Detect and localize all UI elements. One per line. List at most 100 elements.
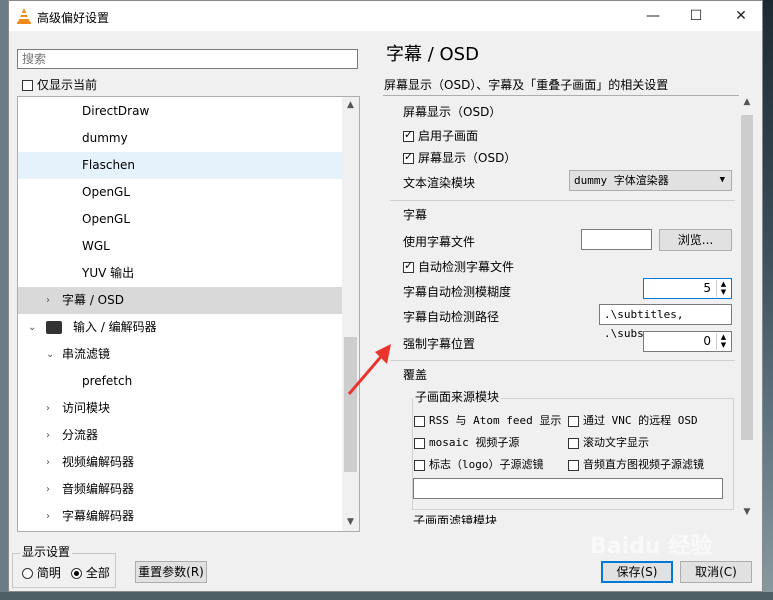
chevron-right-icon[interactable]: › bbox=[46, 476, 50, 503]
position-spinbox[interactable]: 0 ▲ ▼ bbox=[643, 331, 732, 352]
tree-item[interactable]: OpenGL bbox=[18, 206, 343, 233]
vnc-source-checkbox[interactable]: 通过 VNC 的远程 OSD bbox=[568, 412, 698, 428]
tree-item[interactable]: dummy bbox=[18, 125, 343, 152]
tree-item-label: Flaschen bbox=[82, 158, 136, 172]
scroll-up-arrow-icon[interactable]: ▲ bbox=[342, 97, 359, 114]
tree-scrollbar[interactable]: ▲ ▼ bbox=[342, 97, 359, 531]
tree-item-label: 字幕 / OSD bbox=[62, 293, 124, 307]
watermark: Baidu 经验 bbox=[590, 534, 713, 559]
tree-item[interactable]: WGL bbox=[18, 233, 343, 260]
autodetect-check-box[interactable] bbox=[403, 259, 414, 273]
save-button[interactable]: 保存(S) bbox=[601, 561, 673, 583]
taskbar-strip bbox=[0, 592, 773, 600]
panel-description: 屏幕显示（OSD）、字幕及「重叠子画面」的相关设置 bbox=[384, 78, 669, 92]
osd-check-box[interactable] bbox=[403, 150, 414, 164]
text-render-select[interactable]: dummy 字体渲染器 ▼ bbox=[569, 170, 732, 191]
tree-item-label: 分流器 bbox=[62, 428, 99, 442]
show-current-check-box[interactable] bbox=[22, 80, 33, 91]
simple-radio-circle[interactable] bbox=[22, 568, 33, 579]
spin-arrows-icon[interactable]: ▲ ▼ bbox=[716, 280, 730, 297]
search-input[interactable] bbox=[17, 49, 358, 69]
chevron-right-icon[interactable]: › bbox=[46, 287, 50, 314]
maximize-button[interactable]: ☐ bbox=[673, 1, 719, 31]
simple-radio-label: 简明 bbox=[36, 566, 61, 580]
use-file-label: 使用字幕文件 bbox=[403, 235, 476, 249]
tree-item[interactable]: YUV 输出 bbox=[18, 260, 343, 287]
chevron-right-icon[interactable]: › bbox=[46, 503, 50, 530]
close-button[interactable]: ✕ bbox=[718, 1, 764, 31]
overlay-section-title: 覆盖 bbox=[403, 368, 428, 382]
simple-radio[interactable]: 简明 bbox=[22, 564, 61, 581]
tree-item-label: dummy bbox=[82, 131, 128, 145]
autodetect-label: 自动检测字幕文件 bbox=[418, 260, 515, 274]
all-radio[interactable]: 全部 bbox=[71, 564, 110, 581]
all-radio-label: 全部 bbox=[85, 566, 110, 580]
paths-label: 字幕自动检测路径 bbox=[403, 310, 500, 324]
chevron-down-icon[interactable]: ⌄ bbox=[28, 314, 36, 341]
chevron-right-icon[interactable]: › bbox=[46, 449, 50, 476]
enable-subpictures-checkbox[interactable]: 启用子画面 bbox=[403, 127, 478, 144]
osd-checkbox[interactable]: 屏幕显示（OSD） bbox=[403, 149, 516, 166]
mosaic-source-checkbox[interactable]: mosaic 视频子源 bbox=[414, 434, 519, 450]
tree-item[interactable]: › 音频编解码器 bbox=[18, 476, 343, 503]
tree-item[interactable]: › 字幕编解码器 bbox=[18, 503, 343, 530]
tree-item[interactable]: DirectDraw bbox=[18, 98, 343, 125]
vnc-check-box[interactable] bbox=[568, 415, 579, 427]
autodetect-checkbox[interactable]: 自动检测字幕文件 bbox=[403, 258, 514, 275]
mosaic-check-box[interactable] bbox=[414, 437, 425, 449]
section-divider bbox=[390, 200, 735, 201]
display-settings-title: 显示设置 bbox=[20, 543, 73, 560]
text-render-label: 文本渲染模块 bbox=[403, 176, 476, 190]
section-divider bbox=[390, 360, 735, 361]
logo-check-box[interactable] bbox=[414, 459, 425, 471]
tree-item[interactable]: › 分流器 bbox=[18, 422, 343, 449]
marquee-check-box[interactable] bbox=[568, 437, 579, 449]
tree-item[interactable]: ⌄ 串流滤镜 bbox=[18, 341, 343, 368]
tree-item-label: 字幕编解码器 bbox=[62, 509, 135, 523]
chevron-right-icon[interactable]: › bbox=[46, 395, 50, 422]
paths-input[interactable]: .\subtitles, .\subs bbox=[599, 304, 732, 340]
enable-subpictures-check-box[interactable] bbox=[403, 128, 414, 142]
chevron-down-icon: ▼ bbox=[719, 175, 725, 185]
chevron-down-icon[interactable]: ⌄ bbox=[46, 341, 54, 368]
audiobar-check-box[interactable] bbox=[568, 459, 579, 471]
reset-button[interactable]: 重置参数(R) bbox=[135, 561, 207, 583]
fuzzy-label: 字幕自动检测模糊度 bbox=[403, 285, 512, 299]
show-current-checkbox[interactable]: 仅显示当前 bbox=[18, 76, 97, 93]
tree-item[interactable]: › 访问模块 bbox=[18, 395, 343, 422]
rss-source-checkbox[interactable]: RSS 与 Atom feed 显示 bbox=[414, 412, 561, 428]
cancel-button[interactable]: 取消(C) bbox=[680, 561, 752, 583]
rss-check-box[interactable] bbox=[414, 415, 425, 427]
tree-item[interactable]: › 视频编解码器 bbox=[18, 449, 343, 476]
scroll-down-arrow-icon[interactable]: ▼ bbox=[342, 514, 359, 531]
tree-item[interactable]: Flaschen bbox=[18, 152, 343, 179]
vnc-label: 通过 VNC 的远程 OSD bbox=[583, 414, 698, 427]
subpicture-source-input[interactable] bbox=[413, 478, 723, 499]
marquee-source-checkbox[interactable]: 滚动文字显示 bbox=[568, 434, 649, 450]
subtitles-section-title: 字幕 bbox=[403, 208, 428, 222]
tree-item-label: DirectDraw bbox=[82, 104, 150, 118]
tree-item[interactable]: prefetch bbox=[18, 368, 343, 395]
audiobar-source-checkbox[interactable]: 音频直方图视频子源滤镜 bbox=[568, 456, 704, 472]
osd-label: 屏幕显示（OSD） bbox=[418, 151, 517, 165]
settings-scroll-down-icon[interactable]: ▼ bbox=[739, 507, 755, 517]
tree-item-label: 音频编解码器 bbox=[62, 482, 135, 496]
preferences-tree[interactable]: DirectDraw dummy Flaschen OpenGL OpenGL WGL YU… bbox=[17, 96, 360, 532]
tree-item[interactable]: ⌄ 输入 / 编解码器 bbox=[18, 314, 343, 341]
tree-item[interactable]: OpenGL bbox=[18, 179, 343, 206]
fuzzy-spinbox[interactable]: 5 ▲ ▼ bbox=[643, 278, 732, 299]
settings-scroll-up-icon[interactable]: ▲ bbox=[739, 97, 755, 107]
subtitle-file-input[interactable] bbox=[581, 229, 652, 250]
browse-button[interactable]: 浏览... bbox=[659, 229, 732, 251]
minimize-button[interactable]: — bbox=[630, 1, 676, 31]
subpicture-filter-title: 子画面滤镜模块 bbox=[413, 514, 498, 524]
settings-scroll-thumb[interactable] bbox=[741, 115, 753, 440]
logo-source-checkbox[interactable]: 标志（logo）子源滤镜 bbox=[414, 456, 544, 472]
tree-item-label: 视频编解码器 bbox=[62, 455, 135, 469]
audiobar-label: 音频直方图视频子源滤镜 bbox=[583, 458, 704, 471]
all-radio-circle[interactable] bbox=[71, 568, 82, 579]
spin-arrows-icon[interactable]: ▲ ▼ bbox=[716, 333, 730, 350]
settings-scrollbar[interactable]: ▲ ▼ bbox=[739, 95, 755, 525]
chevron-right-icon[interactable]: › bbox=[46, 422, 50, 449]
tree-item[interactable]: › 字幕 / OSD bbox=[18, 287, 343, 314]
